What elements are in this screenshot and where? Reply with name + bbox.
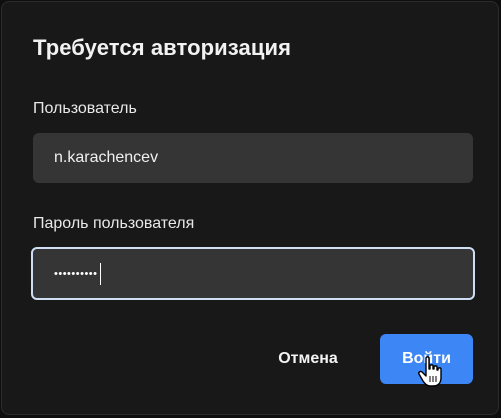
username-value: n.karachencev [54,149,159,166]
auth-dialog: Требуется авторизация Пользователь n.kar… [1,1,499,415]
username-label: Пользователь [33,100,137,117]
dialog-title: Требуется авторизация [33,35,292,60]
hand-pointer-icon [418,356,442,387]
password-field[interactable]: •••••••••• [31,247,475,300]
password-mask: •••••••••• [54,267,98,280]
username-field[interactable]: n.karachencev [33,133,473,183]
cancel-button[interactable]: Отмена [260,334,356,384]
text-caret [99,262,102,285]
password-label: Пароль пользователя [33,215,195,232]
